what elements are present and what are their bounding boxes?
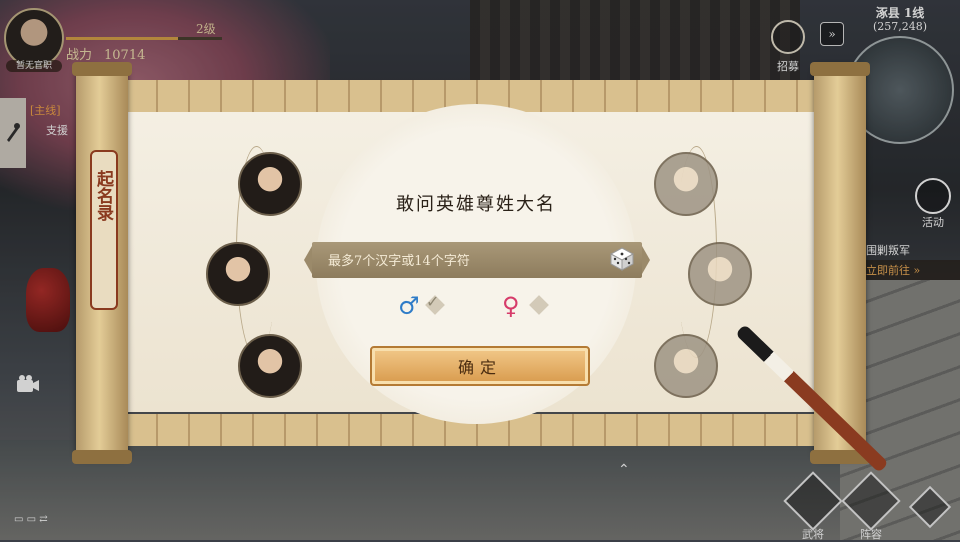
rod-cap — [72, 450, 132, 464]
female-portrait-1[interactable] — [654, 152, 718, 216]
side-title-plate: 起名录 — [90, 150, 118, 310]
name-prompt: 敢问英雄尊姓大名 — [396, 194, 556, 215]
rod-cap — [72, 62, 132, 76]
male-option[interactable]: ♂ ✓ — [398, 291, 445, 320]
name-field — [304, 242, 650, 278]
dice-icon[interactable] — [610, 247, 634, 271]
naming-scroll-dialog: 起名录 敢问英雄尊姓大名 ♂ ✓ ♀ 确定 — [72, 62, 870, 464]
male-portrait-1[interactable] — [238, 152, 302, 216]
male-icon: ♂ — [398, 291, 420, 320]
side-title: 起名录 — [93, 170, 113, 221]
female-option[interactable]: ♀ — [502, 291, 549, 320]
female-portrait-3[interactable] — [654, 334, 718, 398]
female-portrait-2[interactable] — [688, 242, 752, 306]
check-icon: ✓ — [426, 292, 440, 311]
confirm-button[interactable]: 确定 — [370, 346, 590, 386]
name-input[interactable] — [326, 246, 600, 276]
female-icon: ♀ — [502, 291, 520, 320]
male-portrait-3[interactable] — [238, 334, 302, 398]
rod-cap — [810, 62, 870, 76]
scroll-left-rod: 起名录 — [72, 62, 132, 464]
male-portrait-2[interactable] — [206, 242, 270, 306]
